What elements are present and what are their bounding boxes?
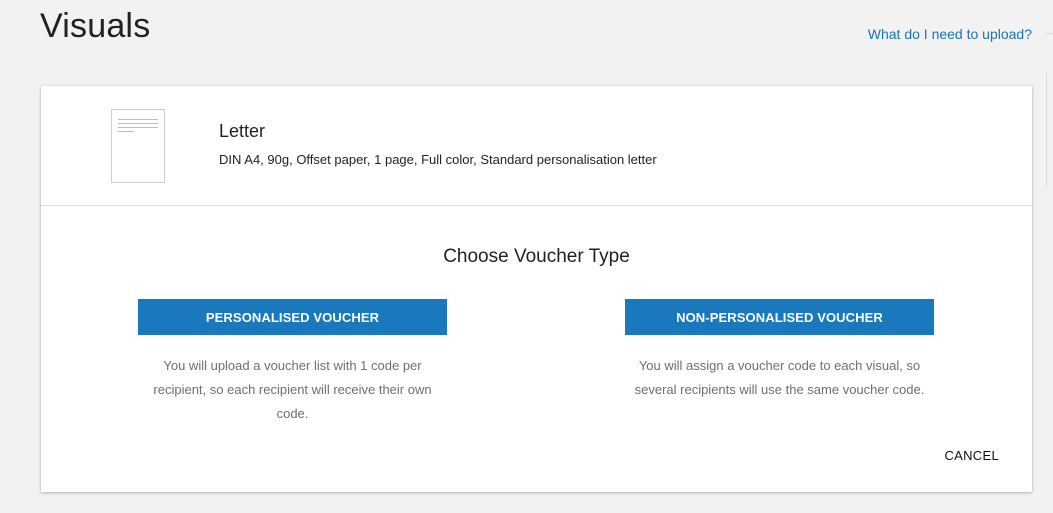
- non-personalised-voucher-description: You will assign a voucher code to each v…: [634, 358, 925, 397]
- personalised-voucher-option: PERSONALISED VOUCHER You will upload a v…: [138, 299, 447, 426]
- upload-help-link[interactable]: What do I need to upload?: [868, 26, 1032, 42]
- product-summary: Letter DIN A4, 90g, Offset paper, 1 page…: [41, 86, 1032, 206]
- product-name: Letter: [219, 121, 266, 141]
- cancel-button[interactable]: CANCEL: [944, 448, 999, 463]
- edge-divider: [1046, 33, 1053, 34]
- product-description: DIN A4, 90g, Offset paper, 1 page, Full …: [219, 152, 657, 167]
- non-personalised-voucher-button[interactable]: NON-PERSONALISED VOUCHER: [625, 299, 934, 335]
- non-personalised-voucher-option: NON-PERSONALISED VOUCHER You will assign…: [625, 299, 934, 402]
- page-title: Visuals: [40, 7, 151, 45]
- edge-divider: [1046, 73, 1047, 186]
- voucher-dialog-card: Letter DIN A4, 90g, Offset paper, 1 page…: [41, 86, 1032, 492]
- voucher-type-heading: Choose Voucher Type: [443, 246, 630, 267]
- personalised-voucher-button[interactable]: PERSONALISED VOUCHER: [138, 299, 447, 335]
- personalised-voucher-description: You will upload a voucher list with 1 co…: [153, 358, 432, 421]
- letter-document-icon: [111, 109, 165, 183]
- page: Visuals What do I need to upload? Letter…: [0, 0, 1053, 513]
